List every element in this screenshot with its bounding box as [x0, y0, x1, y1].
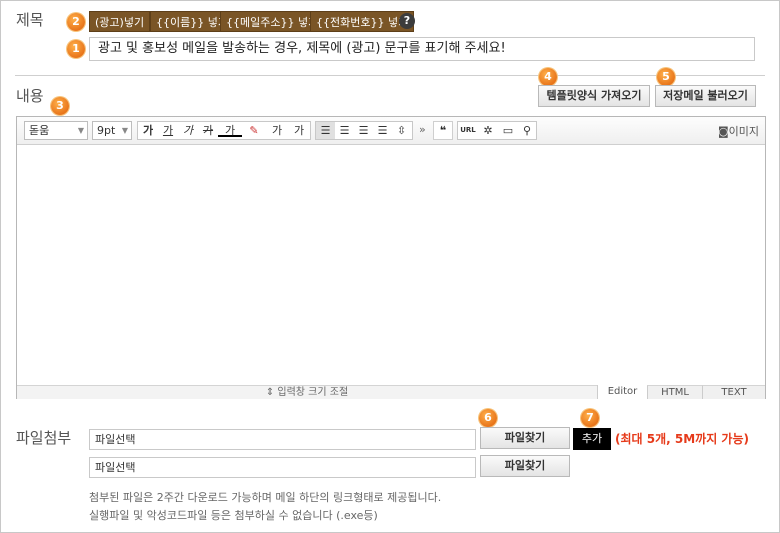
align-center-icon[interactable]: ☰ — [335, 122, 354, 139]
strikethrough-button[interactable]: 가 — [198, 122, 218, 139]
font-size-value: 9pt — [97, 124, 116, 137]
highlight-icon[interactable]: ✎ — [242, 122, 266, 139]
rich-text-editor: 돋움 ▼ 9pt ▼ 가 가 가 가 가 ✎ 가 가 ☰ ☰ ☰ ☰ ⇳ » ❝ URL ✲ ▭ ⚲ ◙이미지 … — [16, 116, 766, 399]
align-left-icon[interactable]: ☰ — [316, 122, 335, 139]
insert-group: URL ✲ ▭ ⚲ — [457, 121, 537, 140]
tab-text[interactable]: TEXT — [702, 385, 765, 399]
insert-image-button[interactable]: ◙이미지 — [718, 123, 759, 139]
url-button[interactable]: URL — [458, 122, 478, 139]
line-height-icon[interactable]: ⇳ — [392, 122, 411, 139]
font-size-select[interactable]: 9pt ▼ — [92, 121, 132, 140]
underline-button[interactable]: 가 — [158, 122, 178, 139]
editor-toolbar: 돋움 ▼ 9pt ▼ 가 가 가 가 가 ✎ 가 가 ☰ ☰ ☰ ☰ ⇳ » ❝ URL ✲ ▭ ⚲ ◙이미지 — [17, 117, 765, 145]
editor-content-area[interactable] — [17, 145, 765, 385]
insert-image-label: 이미지 — [728, 125, 759, 138]
badge-3: 3 — [51, 97, 69, 115]
divider — [15, 75, 765, 76]
table-icon[interactable]: ▭ — [498, 122, 518, 139]
insert-ad-tag-button[interactable]: (광고)넣기 — [89, 11, 151, 32]
quote-button[interactable]: ❝ — [433, 121, 453, 140]
camera-icon: ◙ — [717, 125, 729, 138]
text-format-group: 가 가 가 가 가 ✎ 가 가 — [137, 121, 311, 140]
badge-2: 2 — [67, 13, 85, 31]
file-limit-text: (최대 5개, 5M까지 가능) — [615, 432, 749, 446]
tab-html[interactable]: HTML — [647, 385, 702, 399]
insert-email-tag-button[interactable]: {{메일주소}} 넣기 — [220, 11, 325, 32]
special-char-icon[interactable]: ✲ — [478, 122, 498, 139]
attach-note-2: 실행파일 및 악성코드파일 등은 첨부하실 수 없습니다 (.exe등) — [89, 509, 378, 522]
badge-5: 5 — [657, 68, 675, 86]
content-label: 내용 — [16, 87, 44, 105]
attach-note-1: 첨부된 파일은 2주간 다운로드 가능하며 메일 하단의 링크형태로 제공됩니다… — [89, 491, 442, 504]
subject-label: 제목 — [16, 11, 44, 29]
align-group: ☰ ☰ ☰ ☰ ⇳ — [315, 121, 413, 140]
chevron-down-icon: ▼ — [121, 126, 128, 135]
font-family-value: 돋움 — [29, 124, 50, 137]
load-template-button[interactable]: 템플릿양식 가져오기 — [538, 85, 650, 107]
subject-input[interactable]: 광고 및 홍보성 메일을 발송하는 경우, 제목에 (광고) 문구를 표기해 주… — [89, 37, 755, 61]
more-tools-icon[interactable]: » — [419, 123, 426, 136]
font-color-button[interactable]: 가 — [218, 122, 242, 137]
badge-6: 6 — [479, 409, 497, 427]
italic-button[interactable]: 가 — [178, 122, 198, 139]
load-saved-mail-button[interactable]: 저장메일 불러오기 — [655, 85, 756, 107]
attach-label: 파일첨부 — [16, 429, 72, 447]
badge-1: 1 — [67, 40, 85, 58]
tab-editor[interactable]: Editor — [597, 385, 647, 399]
badge-7: 7 — [581, 409, 599, 427]
font-family-select[interactable]: 돋움 ▼ — [24, 121, 88, 140]
file-find-button-1[interactable]: 파일찾기 — [480, 427, 570, 449]
find-icon[interactable]: ⚲ — [518, 122, 536, 139]
chevron-down-icon: ▼ — [77, 126, 84, 135]
align-right-icon[interactable]: ☰ — [354, 122, 373, 139]
file-find-button-2[interactable]: 파일찾기 — [480, 455, 570, 477]
superscript-button[interactable]: 가 — [266, 122, 288, 139]
file-input-1[interactable]: 파일선택 — [89, 429, 476, 450]
add-file-button[interactable]: 추가 — [573, 428, 611, 450]
align-justify-icon[interactable]: ☰ — [373, 122, 392, 139]
help-icon[interactable]: ? — [399, 13, 415, 29]
file-input-2[interactable]: 파일선택 — [89, 457, 476, 478]
bold-button[interactable]: 가 — [138, 122, 158, 139]
subscript-button[interactable]: 가 — [288, 122, 310, 139]
badge-4: 4 — [539, 68, 557, 86]
editor-resize-handle[interactable]: ⇕ 입력창 크기 조절 — [17, 385, 597, 399]
